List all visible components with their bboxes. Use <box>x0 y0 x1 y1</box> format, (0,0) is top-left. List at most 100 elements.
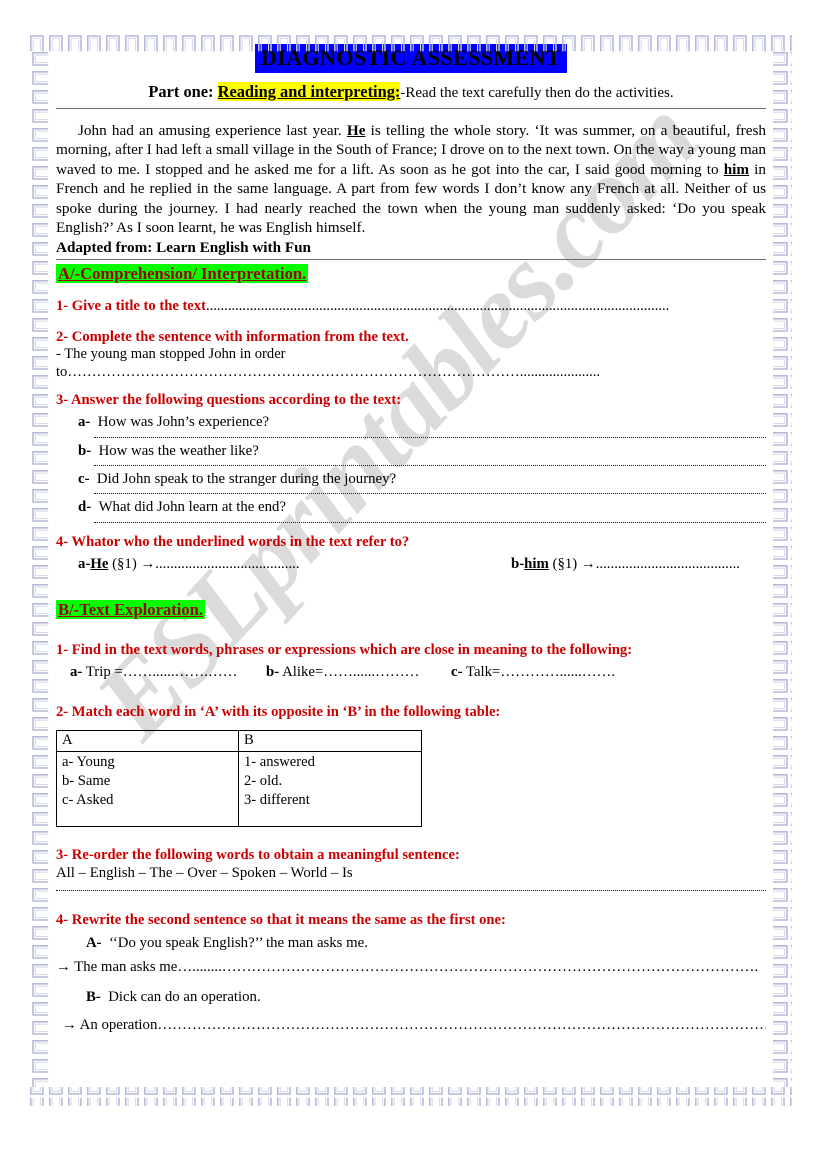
column-b-item-2: 2- old. <box>244 773 283 790</box>
column-b-item-3: 3- different <box>244 792 310 809</box>
q4a-answer-dots[interactable]: …........…………………………………………………………………………………… <box>177 959 758 975</box>
table-header-row: A B <box>56 729 422 752</box>
reading-passage: John had an amusing experience last year… <box>56 121 766 238</box>
section-a-q1-prompt: 1- Give a title to the text <box>56 297 206 314</box>
table-header-a: A <box>56 729 239 752</box>
q4-b-para: (§1) <box>552 556 578 573</box>
section-a-q3-answer-line-c[interactable] <box>94 493 766 495</box>
q4-b-answer-dots[interactable]: ....................................... <box>596 556 740 572</box>
part-one-topic: Reading and interpreting: <box>217 81 401 101</box>
q4b-answer-arrow-icon: → An operation <box>62 1017 158 1034</box>
syn-c-letter: c- <box>451 663 463 680</box>
q3-c-letter: c- <box>78 470 90 487</box>
passage-underlined-him: him <box>723 160 750 178</box>
section-b-q3-word-bank: All – English – The – Over – Spoken – Wo… <box>56 864 353 881</box>
section-b-q1-item-a: a- Trip =……......…….…… <box>70 664 237 681</box>
part-one-heading: Part one: Reading and interpreting:-Read… <box>56 81 766 103</box>
section-a-q3-prompt: 3- Answer the following questions accord… <box>56 391 402 408</box>
page-title: DIAGNOSTIC ASSESSMENT <box>255 44 567 73</box>
q4a-letter: A- <box>86 934 102 951</box>
q4-b-letter: b- <box>511 556 525 573</box>
q3-d-letter: d- <box>78 499 92 516</box>
part-one-instruction: -Read the text carefully then do the act… <box>400 84 674 101</box>
syn-a-word: Trip = <box>85 663 123 680</box>
section-b-q4-item-a: A- ‘‘Do you speak English?’’ the man ask… <box>56 935 766 952</box>
section-b-q3-answer-line[interactable] <box>56 890 766 892</box>
q4b-answer-dots[interactable]: …………………………………………………………………………………………………………… <box>157 1017 766 1033</box>
q3-a-letter: a- <box>78 414 91 431</box>
q3-b-text: How was the weather like? <box>98 442 259 459</box>
worksheet-page: DIAGNOSTIC ASSESSMENT Part one: Reading … <box>56 44 766 1034</box>
q4a-text: ‘‘Do you speak English?’’ the man asks m… <box>109 934 368 951</box>
section-a-q3-item-c: c- Did John speak to the stranger during… <box>56 471 766 488</box>
table-row: a- Young b- Same c- Asked 1- answered 2-… <box>56 750 422 827</box>
section-a-q1-answer-dots[interactable]: ........................................… <box>206 298 669 314</box>
section-b-question-2: 2- Match each word in ‘A’ with its oppos… <box>56 704 766 721</box>
section-b-q4-prompt: 4- Rewrite the second sentence so that i… <box>56 912 506 929</box>
q4-a-para: (§1) <box>112 556 137 573</box>
section-a-q3-answer-line-b[interactable] <box>94 464 766 466</box>
column-a-item-2: b- Same <box>62 773 111 790</box>
section-b-question-1: 1- Find in the text words, phrases or ex… <box>56 642 766 659</box>
matching-table: A B a- Young b- Same c- Asked 1- answere… <box>56 729 422 827</box>
q4-b-arrow-icon: → <box>580 556 596 573</box>
column-a-item-1: a- Young <box>62 753 115 770</box>
section-a-q3-item-d: d- What did John learn at the end? <box>56 499 766 516</box>
section-b-q4-b-answer: → An operation……………………………………………………………………… <box>56 1017 766 1034</box>
section-a-q4-prompt: 4- Whator who the underlined words in th… <box>56 533 410 550</box>
section-a-question-4: 4- Whator who the underlined words in th… <box>56 534 766 551</box>
q4b-letter: B- <box>86 988 101 1005</box>
divider-after-passage <box>56 258 766 260</box>
q4b-text: Dick can do an operation. <box>108 988 261 1005</box>
q3-d-text: What did John learn at the end? <box>98 499 286 516</box>
section-a-q2-prompt: 2- Complete the sentence with informatio… <box>56 329 409 346</box>
section-b-question-4: 4- Rewrite the second sentence so that i… <box>56 912 766 929</box>
syn-b-dots[interactable]: ……......……… <box>323 664 419 680</box>
divider-top <box>56 107 766 109</box>
section-b-q2-prompt: 2- Match each word in ‘A’ with its oppos… <box>56 703 501 720</box>
section-a-question-3: 3- Answer the following questions accord… <box>56 392 766 409</box>
section-a-q2-stem-row: - The young man stopped John in order to… <box>56 346 766 380</box>
q4-a-letter: a- <box>78 556 91 573</box>
section-a-q3-item-b: b- How was the weather like? <box>56 443 766 460</box>
syn-a-dots[interactable]: ……......…….…… <box>123 664 238 680</box>
section-a-q4-reference-row: a-He (§1) →.............................… <box>56 556 766 576</box>
syn-b-word: Alike= <box>282 663 324 680</box>
section-a-heading: A/-Comprehension/ Interpretation. <box>56 263 766 284</box>
section-a-q3-answer-line-d[interactable] <box>94 521 766 523</box>
section-b-q3-prompt: 3- Re-order the following words to obtai… <box>56 846 460 863</box>
title-row: DIAGNOSTIC ASSESSMENT <box>56 44 766 73</box>
syn-b-letter: b- <box>266 663 280 680</box>
q3-b-letter: b- <box>78 442 92 459</box>
table-header-b: B <box>238 729 422 752</box>
syn-c-word: Talk= <box>465 663 501 680</box>
q3-c-text: Did John speak to the stranger during th… <box>96 470 397 487</box>
table-cell-column-b[interactable]: 1- answered 2- old. 3- different <box>238 750 422 827</box>
passage-underlined-he: He <box>346 121 366 139</box>
section-b-heading-text: B/-Text Exploration. <box>56 600 206 620</box>
section-a-q4-ref-b: b-him (§1) →............................… <box>511 556 740 573</box>
syn-a-letter: a- <box>70 663 83 680</box>
q3-a-text: How was John’s experience? <box>97 414 270 431</box>
section-a-q2-answer-dots[interactable]: ………………………………………………………………………………….........… <box>67 364 600 380</box>
section-b-q1-item-c: c- Talk=…………......……. <box>451 664 615 681</box>
section-b-q4-item-b: B- Dick can do an operation. <box>56 989 766 1006</box>
section-b-q1-item-b: b- Alike=……......……… <box>266 664 419 681</box>
section-a-q3-item-a: a- How was John’s experience? <box>56 414 766 431</box>
passage-segment-1: John had an amusing experience last year… <box>78 121 347 139</box>
q4-a-arrow-icon: → <box>140 556 156 573</box>
syn-c-dots[interactable]: …………......……. <box>500 664 615 680</box>
column-a-item-3: c- Asked <box>62 792 114 809</box>
table-cell-column-a[interactable]: a- Young b- Same c- Asked <box>56 750 239 827</box>
q4-a-answer-dots[interactable]: ....................................... <box>155 556 299 572</box>
section-b-heading: B/-Text Exploration. <box>56 600 766 620</box>
column-b-item-1: 1- answered <box>244 753 315 770</box>
section-a-q3-answer-line-a[interactable] <box>94 436 766 438</box>
section-a-question-2: 2- Complete the sentence with informatio… <box>56 329 766 346</box>
section-a-heading-text: A/-Comprehension/ Interpretation. <box>56 263 309 283</box>
q4-b-word: him <box>524 556 549 573</box>
q4a-answer-arrow-icon: → The man asks me <box>56 959 178 976</box>
section-a-question-1: 1- Give a title to the text.............… <box>56 298 766 315</box>
passage-source: Adapted from: Learn English with Fun <box>56 238 311 256</box>
part-one-label: Part one: <box>148 81 214 101</box>
